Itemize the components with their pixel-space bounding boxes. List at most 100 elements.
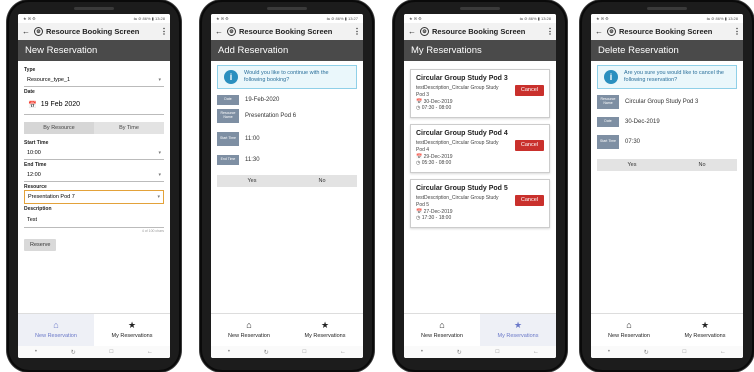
dot-icon[interactable]: •: [228, 349, 230, 355]
app-bar: ← ⚙ Resource Booking Screen ⋮: [591, 23, 743, 40]
recents-icon[interactable]: ↻: [644, 349, 649, 356]
app-title: Resource Booking Screen: [239, 27, 333, 36]
phone-speaker: [267, 7, 307, 10]
bottom-nav: ⌂ New Reservation ★ My Reservations: [591, 313, 743, 346]
info-icon: i: [604, 70, 618, 85]
nav-new-label: New Reservation: [608, 333, 650, 339]
card-date: 27-Dec-2019: [423, 208, 453, 215]
chevron-down-icon: ▾: [158, 149, 161, 156]
resource-select[interactable]: Presentation Pod 7 ▾: [24, 190, 164, 204]
nav-new-reservation[interactable]: ⌂ New Reservation: [591, 314, 667, 346]
more-vert-icon[interactable]: ⋮: [546, 27, 554, 36]
arrow-left-icon[interactable]: ←: [408, 27, 420, 36]
no-button[interactable]: No: [667, 159, 737, 171]
back-arrow-icon[interactable]: ←: [147, 349, 153, 355]
nav-new-label: New Reservation: [35, 333, 77, 339]
cancel-button[interactable]: Cancel: [514, 85, 544, 96]
status-left: ★ ✉ ⚙: [216, 16, 229, 21]
dot-icon[interactable]: •: [35, 349, 37, 355]
arrow-left-icon[interactable]: ←: [215, 27, 227, 36]
arrow-left-icon[interactable]: ←: [22, 27, 34, 36]
home-icon: ⌂: [439, 320, 445, 330]
phone-my-reservations: ★ ✉ ⚙ ⇋ ⊘ 86% ▮ 13:28 ← ⚙ Resource Booki…: [393, 0, 567, 372]
end-time-value: 12:00: [27, 171, 41, 178]
nav-my-reservations[interactable]: ★ My Reservations: [287, 314, 363, 346]
start-time-select[interactable]: 10:00 ▾: [24, 146, 164, 160]
nav-my-label: My Reservations: [111, 333, 153, 339]
reservation-card: Circular Group Study Pod 3 testDescripti…: [410, 69, 550, 118]
info-icon: i: [224, 70, 238, 85]
end-time-select[interactable]: 12:00 ▾: [24, 168, 164, 182]
chevron-down-icon: ▾: [158, 76, 161, 83]
more-vert-icon[interactable]: ⋮: [733, 27, 741, 36]
more-vert-icon[interactable]: ⋮: [353, 27, 361, 36]
yes-no-buttons: Yes No: [597, 159, 737, 172]
recents-icon[interactable]: ↻: [457, 349, 462, 356]
home-square-icon[interactable]: □: [110, 349, 114, 355]
back-arrow-icon[interactable]: ←: [340, 349, 346, 355]
phone-add-reservation: ★ ✉ ⚙ ⇋ ⊘ 86% ▮ 13:27 ← ⚙ Resource Booki…: [200, 0, 374, 372]
system-nav-bar: • ↻ □ ←: [211, 346, 363, 358]
page-title: New Reservation: [18, 40, 170, 61]
dot-icon[interactable]: •: [608, 349, 610, 355]
nav-my-reservations[interactable]: ★ My Reservations: [667, 314, 743, 346]
by-time-button[interactable]: By Time: [94, 122, 164, 134]
home-square-icon[interactable]: □: [683, 349, 687, 355]
yes-button[interactable]: Yes: [217, 175, 287, 187]
phone-new-reservation: ★ ✉ ⚙ ⇋ ⊘ 86% ▮ 13:28 ← ⚙ Resource Booki…: [7, 0, 181, 372]
status-right: ⇋ ⊘ 86% ▮ 13:28: [519, 16, 551, 21]
recents-icon[interactable]: ↻: [71, 349, 76, 356]
reservation-card: Circular Group Study Pod 5 testDescripti…: [410, 179, 550, 228]
recents-icon[interactable]: ↻: [264, 349, 269, 356]
back-arrow-icon[interactable]: ←: [720, 349, 726, 355]
arrow-left-icon[interactable]: ←: [595, 27, 607, 36]
screen: ★ ✉ ⚙ ⇋ ⊘ 86% ▮ 13:28 ← ⚙ Resource Booki…: [18, 14, 170, 358]
confirm-alert: i Are you sure you would like to cancel …: [597, 65, 737, 90]
type-select[interactable]: Resource_type_1 ▾: [24, 73, 164, 87]
dot-icon[interactable]: •: [421, 349, 423, 355]
nav-my-reservations[interactable]: ★ My Reservations: [480, 314, 556, 346]
detail-value: 11:30: [245, 157, 260, 164]
detail-value: 30-Dec-2019: [625, 119, 660, 126]
screen: ★ ✉ ⚙ ⇋ ⊘ 86% ▮ 13:28 ← ⚙ Resource Booki…: [591, 14, 743, 358]
more-vert-icon[interactable]: ⋮: [160, 27, 168, 36]
app-logo-icon: ⚙: [607, 27, 616, 36]
page-title: Add Reservation: [211, 40, 363, 61]
reserve-button[interactable]: Reserve: [24, 239, 57, 251]
status-bar: ★ ✉ ⚙ ⇋ ⊘ 86% ▮ 13:28: [591, 14, 743, 23]
confirm-message: Are you sure you would like to cancel th…: [624, 70, 724, 84]
card-description: testDescription_Circular Group Study Pod…: [416, 140, 499, 153]
app-title: Resource Booking Screen: [432, 27, 526, 36]
home-square-icon[interactable]: □: [496, 349, 500, 355]
detail-tag: Date: [597, 117, 619, 128]
no-button[interactable]: No: [287, 175, 357, 187]
start-time-value: 10:00: [27, 149, 41, 156]
back-arrow-icon[interactable]: ←: [533, 349, 539, 355]
cancel-button[interactable]: Cancel: [514, 195, 544, 206]
calendar-icon: 📅: [28, 101, 37, 109]
phone-speaker: [460, 7, 500, 10]
card-time: 05:30 - 08:00: [421, 160, 452, 167]
home-square-icon[interactable]: □: [303, 349, 307, 355]
search-mode-toggle: By Resource By Time: [24, 122, 164, 134]
nav-new-reservation[interactable]: ⌂ New Reservation: [18, 314, 94, 346]
status-left: ★ ✉ ⚙: [409, 16, 422, 21]
card-title: Circular Group Study Pod 4: [416, 130, 508, 137]
screen: ★ ✉ ⚙ ⇋ ⊘ 86% ▮ 13:27 ← ⚙ Resource Booki…: [211, 14, 363, 358]
detail-value: Circular Group Study Pod 3: [625, 99, 699, 106]
date-field[interactable]: 📅 19 Feb 2020: [24, 95, 164, 115]
calendar-icon: 📅: [416, 208, 423, 215]
clock-icon: ◷: [416, 105, 421, 112]
nav-new-reservation[interactable]: ⌂ New Reservation: [404, 314, 480, 346]
card-title: Circular Group Study Pod 3: [416, 75, 508, 82]
by-resource-button[interactable]: By Resource: [24, 122, 94, 134]
reservation-card: Circular Group Study Pod 4 testDescripti…: [410, 124, 550, 173]
yes-button[interactable]: Yes: [597, 159, 667, 171]
detail-tag: Resource Name: [217, 109, 239, 124]
phone-delete-reservation: ★ ✉ ⚙ ⇋ ⊘ 86% ▮ 13:28 ← ⚙ Resource Booki…: [580, 0, 754, 372]
nav-my-reservations[interactable]: ★ My Reservations: [94, 314, 170, 346]
nav-new-label: New Reservation: [228, 333, 270, 339]
nav-new-reservation[interactable]: ⌂ New Reservation: [211, 314, 287, 346]
description-input[interactable]: Test: [24, 212, 164, 228]
cancel-button[interactable]: Cancel: [514, 140, 544, 151]
